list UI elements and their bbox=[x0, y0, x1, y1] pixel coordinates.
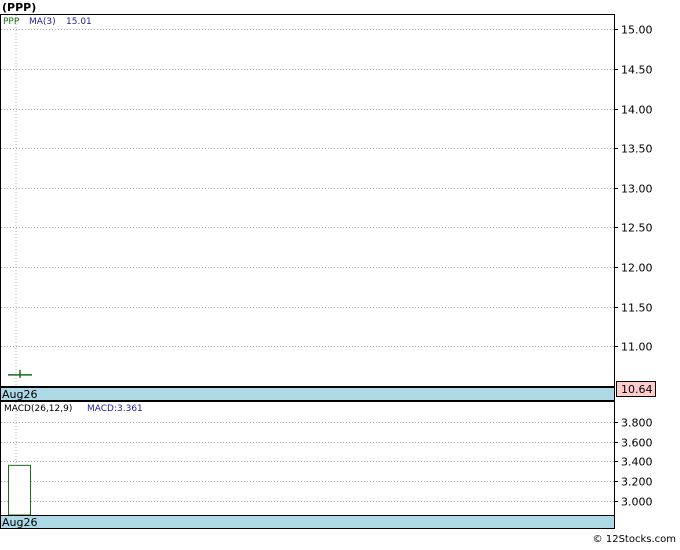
chart-canvas: (PPP) 11.00 11.50 12.00 12.50 13.00 13.50 14.0… bbox=[0, 1, 676, 545]
price-date-label: Aug26 bbox=[2, 388, 37, 401]
price-legend-ma-label: MA(3) bbox=[29, 17, 56, 27]
price-tick-label: 14.00 bbox=[621, 104, 653, 117]
chart-title: (PPP) bbox=[2, 1, 36, 14]
macd-panel: 3.0003.2003.4003.6003.800 MACD(26,12,9) … bbox=[0, 401, 653, 529]
macd-tick-label: 3.600 bbox=[621, 437, 653, 450]
price-tick-label: 12.50 bbox=[621, 222, 653, 235]
price-legend-ma-value: 15.01 bbox=[66, 17, 92, 27]
macd-y-axis: 3.000 3.200 3.400 3.600 3.800 bbox=[614, 417, 653, 509]
price-tick-label: 11.00 bbox=[621, 341, 653, 354]
macd-tick-label: 3.800 bbox=[621, 417, 653, 430]
watermark: © 12Stocks.com bbox=[593, 534, 676, 545]
macd-series bbox=[8, 464, 31, 516]
macd-plot-frame bbox=[0, 401, 615, 516]
price-tick-label: 11.50 bbox=[621, 302, 653, 315]
price-tick-label: 14.50 bbox=[621, 64, 653, 77]
price-tick-label: 12.00 bbox=[621, 262, 653, 275]
price-y-axis: 11.00 11.50 12.00 12.50 13.00 13.50 14.00 14.50… bbox=[614, 24, 653, 354]
price-tick-label: 13.00 bbox=[621, 183, 653, 196]
macd-date-band bbox=[0, 515, 615, 529]
price-tick-label: 13.50 bbox=[621, 143, 653, 156]
macd-bar bbox=[8, 464, 31, 516]
price-date-band bbox=[0, 387, 615, 401]
price-plot-frame bbox=[0, 14, 615, 387]
macd-legend-value: MACD:3.361 bbox=[87, 404, 143, 414]
price-tick-label: 15.00 bbox=[621, 24, 653, 37]
macd-tick-label: 3.000 bbox=[621, 496, 653, 509]
last-price-label: 10.64 bbox=[621, 383, 653, 396]
macd-date-label: Aug26 bbox=[2, 516, 37, 529]
macd-tick-label: 3.200 bbox=[621, 476, 653, 489]
macd-legend-params: MACD(26,12,9) bbox=[4, 404, 72, 414]
price-legend-symbol: PPP bbox=[3, 17, 20, 27]
macd-tick-label: 3.400 bbox=[621, 456, 653, 469]
price-panel: 11.00 11.50 12.00 12.50 13.00 13.50 14.00 14.50… bbox=[0, 14, 656, 401]
